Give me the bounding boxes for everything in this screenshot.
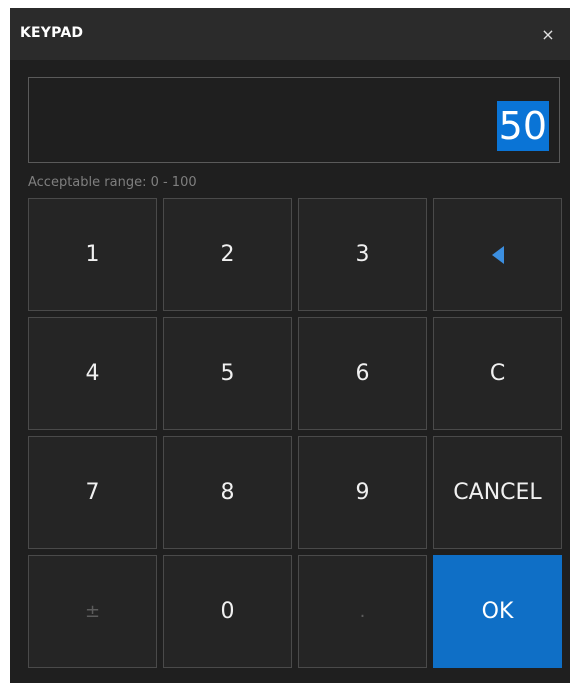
- close-icon: ×: [541, 24, 555, 44]
- close-button[interactable]: ×: [534, 20, 562, 48]
- key-7[interactable]: 7: [28, 436, 157, 549]
- key-0[interactable]: 0: [163, 555, 292, 668]
- cancel-button[interactable]: CANCEL: [433, 436, 562, 549]
- decimal-button[interactable]: .: [298, 555, 427, 668]
- keypad-window: KEYPAD × 50 Acceptable range: 0 - 100 1 …: [10, 8, 570, 683]
- key-8[interactable]: 8: [163, 436, 292, 549]
- key-1[interactable]: 1: [28, 198, 157, 311]
- key-5[interactable]: 5: [163, 317, 292, 430]
- range-hint: Acceptable range: 0 - 100: [28, 175, 197, 190]
- key-9[interactable]: 9: [298, 436, 427, 549]
- window-title: KEYPAD: [20, 25, 84, 41]
- title-bar: KEYPAD ×: [10, 8, 570, 60]
- key-3[interactable]: 3: [298, 198, 427, 311]
- display-value: 50: [496, 101, 549, 151]
- value-display[interactable]: 50: [28, 77, 560, 163]
- backspace-icon: [491, 245, 504, 264]
- key-6[interactable]: 6: [298, 317, 427, 430]
- backspace-button[interactable]: [433, 198, 562, 311]
- key-2[interactable]: 2: [163, 198, 292, 311]
- plus-minus-button[interactable]: ±: [28, 555, 157, 668]
- ok-button[interactable]: OK: [433, 555, 562, 668]
- key-4[interactable]: 4: [28, 317, 157, 430]
- clear-button[interactable]: C: [433, 317, 562, 430]
